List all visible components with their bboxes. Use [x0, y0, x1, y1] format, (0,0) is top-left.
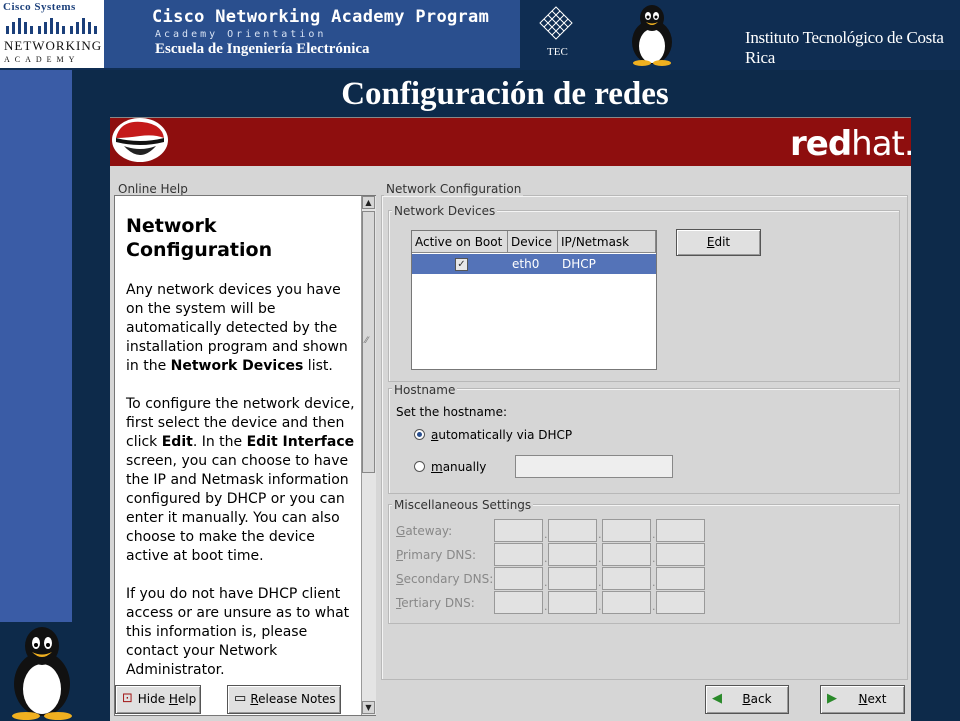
tertiary-dns-octet-field[interactable] [494, 591, 543, 614]
set-hostname-label: Set the hostname: [396, 405, 508, 419]
tertiary-dns-octet-field[interactable] [548, 591, 597, 614]
octet-separator: . [652, 600, 656, 613]
document-icon: ▭ [234, 691, 247, 706]
radio-auto-dhcp[interactable] [414, 429, 425, 440]
gateway-octet-field[interactable] [494, 519, 543, 542]
octet-separator: . [652, 552, 656, 565]
gateway-octet-field[interactable] [656, 519, 705, 542]
octet-separator: . [544, 600, 548, 613]
network-config-label: Network Configuration [384, 182, 524, 196]
tux-penguin-icon [12, 627, 72, 720]
cisco-bridge-icon [6, 18, 97, 34]
help-paragraph: To configure the network device, first s… [126, 396, 355, 564]
program-title: Cisco Networking Academy Program [152, 7, 490, 27]
octet-separator: . [544, 528, 548, 541]
redhat-wordmark: redhat. [790, 124, 915, 164]
arrow-left-icon: ◀ [712, 691, 722, 706]
tec-text: TEC [547, 46, 568, 58]
institution-name: Instituto Tecnológico de Costa Rica [745, 28, 944, 67]
hide-help-button[interactable]: ⊡ Hide Help [115, 685, 201, 714]
release-notes-button[interactable]: ▭ Release Notes [227, 685, 341, 714]
online-help-label: Online Help [116, 182, 190, 196]
secondary-dns-octet-field[interactable] [494, 567, 543, 590]
tux-penguin-icon [632, 5, 672, 66]
cisco-systems-text: Cisco Systems [3, 1, 76, 13]
misc-settings-label: Miscellaneous Settings [392, 498, 534, 512]
hostname-label: Hostname [392, 383, 458, 397]
tertiary-dns-octet-field[interactable] [656, 591, 705, 614]
radio-auto-dhcp-label[interactable]: automatically via DHCP [431, 428, 572, 442]
gateway-octet-field[interactable] [602, 519, 651, 542]
octet-separator: . [544, 552, 548, 565]
networking-text: NETWORKING [4, 38, 103, 53]
primary-dns-label: Primary DNS: [396, 548, 477, 562]
gateway-octet-field[interactable] [548, 519, 597, 542]
octet-separator: . [598, 600, 602, 613]
column-header-active[interactable]: Active on Boot [412, 231, 508, 253]
tertiary-dns-label: Tertiary DNS: [396, 596, 475, 610]
left-decor-strip [0, 70, 72, 622]
installer-window: redhat. Online Help Network Configuratio… [110, 117, 915, 721]
help-text: Network Configuration Any network device… [126, 214, 358, 699]
secondary-dns-octet-field[interactable] [656, 567, 705, 590]
help-paragraph: If you do not have DHCP client access or… [126, 586, 350, 678]
active-on-boot-checkbox[interactable]: ✓ [455, 258, 468, 271]
octet-separator: . [598, 576, 602, 589]
tertiary-dns-octet-field[interactable] [602, 591, 651, 614]
secondary-dns-octet-field[interactable] [548, 567, 597, 590]
slide-title: Configuración de redes [341, 76, 669, 112]
column-header-device[interactable]: Device [508, 231, 558, 253]
scroll-down-icon[interactable]: ▼ [362, 701, 375, 714]
help-scrollbar[interactable]: ▲ ⁄⁄ ▼ [361, 196, 376, 715]
radio-manually[interactable] [414, 461, 425, 472]
primary-dns-octet-field[interactable] [656, 543, 705, 566]
column-header-ip[interactable]: IP/Netmask [558, 231, 656, 253]
academy-text: ACADEMY [4, 55, 80, 64]
radio-manually-label[interactable]: manually [431, 460, 486, 474]
scroll-up-icon[interactable]: ▲ [362, 196, 375, 209]
network-devices-label: Network Devices [392, 204, 498, 218]
cisco-networking-academy-logo: Cisco Systems NETWORKING ACADEMY [0, 0, 104, 68]
primary-dns-octet-field[interactable] [548, 543, 597, 566]
arrow-right-icon: ▶ [827, 691, 837, 706]
octet-separator: . [598, 528, 602, 541]
school-name: Escuela de Ingeniería Electrónica [155, 41, 370, 57]
octet-separator: . [598, 552, 602, 565]
back-button[interactable]: ◀ Back [705, 685, 789, 714]
secondary-dns-label: Secondary DNS: [396, 572, 494, 586]
primary-dns-octet-field[interactable] [602, 543, 651, 566]
octet-separator: . [652, 576, 656, 589]
primary-dns-octet-field[interactable] [494, 543, 543, 566]
redhat-banner: redhat. [110, 118, 915, 166]
ip-netmask-cell: DHCP [562, 257, 596, 271]
octet-separator: . [544, 576, 548, 589]
table-row[interactable]: ✓ eth0 DHCP [412, 254, 656, 274]
help-heading: Network Configuration [126, 215, 273, 261]
network-devices-table[interactable]: Active on Boot Device IP/Netmask ✓ eth0 … [411, 230, 657, 370]
help-icon: ⊡ [122, 691, 133, 706]
program-subtitle: Academy Orientation [155, 29, 327, 40]
edit-button[interactable]: Edit [676, 229, 761, 256]
hostname-input[interactable] [515, 455, 673, 478]
secondary-dns-octet-field[interactable] [602, 567, 651, 590]
online-help-panel[interactable]: Network Configuration Any network device… [114, 195, 376, 716]
redhat-shadowman-icon [112, 118, 168, 162]
scrollbar-thumb[interactable]: ⁄⁄ [362, 211, 375, 473]
next-button[interactable]: ▶ Next [820, 685, 905, 714]
device-cell: eth0 [512, 257, 540, 271]
help-paragraph: Any network devices you have on the syst… [126, 282, 348, 374]
gateway-label: Gateway: [396, 524, 453, 538]
octet-separator: . [652, 528, 656, 541]
